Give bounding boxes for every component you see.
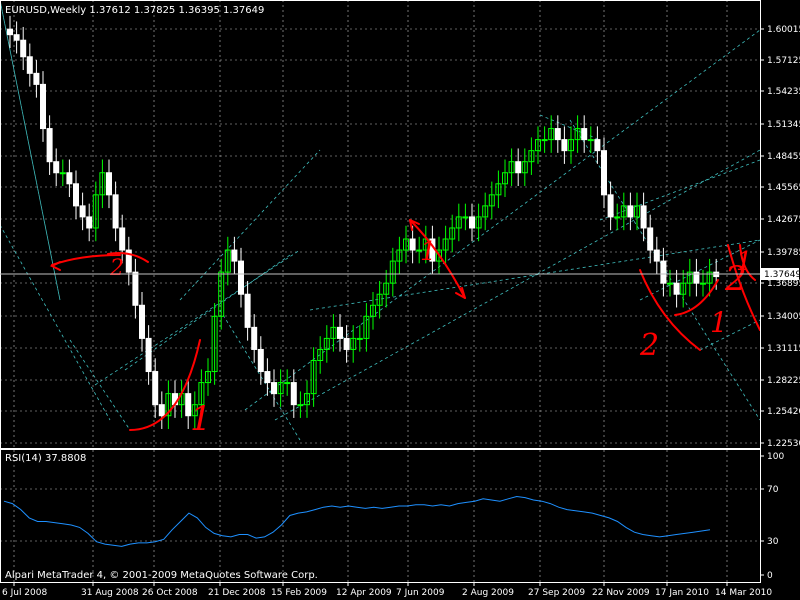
time-tick-label: 14 Mar 2010 <box>715 588 772 598</box>
candle-body <box>79 205 86 218</box>
candle-body <box>554 128 561 141</box>
annotation-digit: 2 <box>639 328 659 363</box>
candle-body <box>515 161 522 174</box>
candle-body <box>541 139 548 142</box>
price-tick-label: 1.60015 <box>767 25 800 35</box>
candle-body <box>86 216 93 229</box>
candle-body <box>587 139 594 142</box>
price-tick-label: 1.48455 <box>767 152 800 162</box>
candle-body <box>132 271 139 306</box>
candle-body <box>13 34 20 41</box>
candle-body <box>673 282 680 295</box>
candle-body <box>152 371 159 406</box>
chart-background <box>0 0 800 600</box>
candle-body <box>561 139 568 152</box>
time-tick-label: 27 Sep 2009 <box>528 588 585 598</box>
annotation-digit: 1 <box>420 237 437 267</box>
candle-body <box>290 382 297 406</box>
candle-body <box>244 293 251 328</box>
rsi-tick-label: 100 <box>767 452 784 462</box>
candle-body <box>271 382 277 395</box>
candle-body <box>264 371 271 384</box>
candle-body <box>640 205 647 229</box>
candle-body <box>139 304 145 339</box>
time-tick-label: 31 Aug 2008 <box>81 588 139 598</box>
price-tick-label: 1.31115 <box>767 344 800 354</box>
candle-body <box>667 282 673 285</box>
candle-body <box>581 128 588 141</box>
candle-body <box>20 39 27 58</box>
price-tick-label: 1.45565 <box>767 183 800 193</box>
candle-body <box>614 216 621 219</box>
candle-body <box>257 348 264 373</box>
time-tick-label: 26 Oct 2008 <box>142 588 198 598</box>
price-tick-label: 1.39785 <box>767 248 800 258</box>
price-tick-label: 1.51345 <box>767 120 800 130</box>
candle-body <box>33 72 40 85</box>
candle-body <box>469 216 475 229</box>
candle-body <box>627 205 634 218</box>
time-tick-label: 2 Aug 2009 <box>462 588 514 598</box>
candle-body <box>462 216 469 219</box>
candle-body <box>73 183 79 207</box>
annotation-digit: 2 <box>109 256 124 281</box>
rsi-tick-label: 0 <box>767 571 773 581</box>
time-tick-label: 17 Jan 2010 <box>655 588 709 598</box>
candle-body <box>653 249 660 262</box>
time-tick-label: 21 Dec 2008 <box>208 588 266 598</box>
annotation-digit: 1 <box>190 399 212 439</box>
candle-body <box>46 128 53 163</box>
candle-body <box>337 326 343 339</box>
price-tick-label: 1.25420 <box>767 407 800 417</box>
candle-body <box>106 172 112 196</box>
time-tick-label: 15 Feb 2009 <box>271 588 327 598</box>
rsi-panel-header: RSI(14) 37.8808 <box>5 453 86 464</box>
candle-body <box>647 227 654 251</box>
time-tick-label: 22 Nov 2009 <box>592 588 650 598</box>
price-tick-label: 1.57125 <box>767 56 800 66</box>
price-tick-label: 1.28225 <box>767 376 800 386</box>
candle-body <box>343 337 350 350</box>
price-tick-label: 1.42675 <box>767 215 800 225</box>
candle-body <box>145 337 152 373</box>
candle-body <box>53 161 60 174</box>
candle-body <box>119 227 126 251</box>
candle-body <box>66 172 73 185</box>
annotation-digit: 1 <box>710 306 728 339</box>
price-tick-label: 1.54235 <box>767 87 800 97</box>
annotation-digit: 1 <box>736 247 753 277</box>
candle-body <box>251 326 258 350</box>
candle-body <box>40 83 46 130</box>
candle-body <box>158 404 165 417</box>
candle-body <box>660 260 667 284</box>
candle-body <box>594 139 601 152</box>
price-tick-label: 1.22530 <box>767 439 800 449</box>
candle-body <box>284 382 291 385</box>
candle-body <box>297 404 304 407</box>
candle-body <box>112 194 119 229</box>
price-tick-label: 1.36895 <box>767 279 800 289</box>
price-tick-label: 1.34005 <box>767 312 800 322</box>
candle-body <box>7 28 13 36</box>
candle-body <box>409 238 416 251</box>
rsi-tick-label: 30 <box>767 537 779 547</box>
chart-window[interactable]: 2112121 1.37649 EURUSD,Weekly 1.37612 1.… <box>0 0 800 600</box>
rsi-tick-label: 70 <box>767 485 779 495</box>
time-tick-label: 6 Jul 2008 <box>2 588 47 598</box>
candle-body <box>238 260 244 295</box>
time-tick-label: 12 Apr 2009 <box>336 588 392 598</box>
candle-body <box>231 249 238 262</box>
candle-body <box>601 150 607 196</box>
candle-body <box>59 172 66 175</box>
time-tick-label: 7 Jun 2009 <box>396 588 445 598</box>
copyright-text: Alpari MetaTrader 4, © 2001-2009 MetaQuo… <box>5 570 318 581</box>
price-panel-header: EURUSD,Weekly 1.37612 1.37825 1.36395 1.… <box>5 5 264 16</box>
candle-body <box>356 337 363 340</box>
candle-body <box>607 194 614 218</box>
candle-body <box>26 56 33 74</box>
candle-body <box>700 282 706 285</box>
